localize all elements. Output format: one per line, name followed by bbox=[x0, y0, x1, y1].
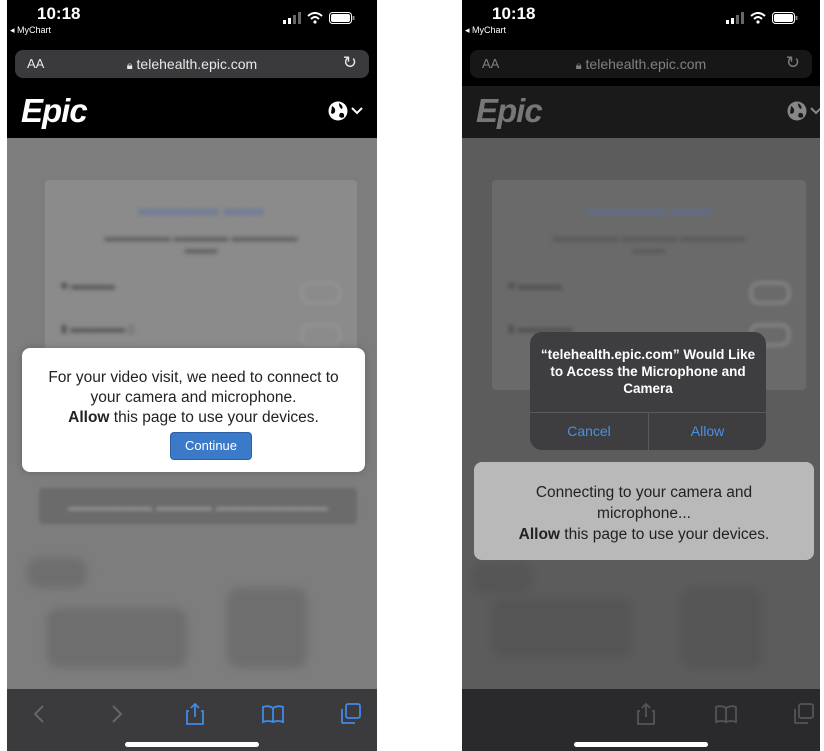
safari-toolbar bbox=[7, 689, 377, 751]
blurred-illustration bbox=[227, 588, 307, 668]
home-indicator[interactable] bbox=[574, 742, 708, 747]
lock-icon: 🔒︎ bbox=[126, 60, 133, 72]
battery-icon bbox=[772, 12, 798, 24]
url-text: telehealth.epic.com bbox=[136, 56, 258, 72]
connecting-text-line: Allow this page to use your devices. bbox=[474, 524, 814, 545]
connecting-notice: Connecting to your camera and microphone… bbox=[474, 462, 814, 560]
reload-icon: ↻ bbox=[785, 53, 800, 72]
camera-toggle bbox=[301, 282, 341, 304]
epic-header: Epic bbox=[462, 86, 820, 138]
microphone-toggle bbox=[301, 324, 341, 346]
alert-title: “telehealth.epic.com” Would Like to Acce… bbox=[540, 347, 756, 396]
dialog-text-line: your camera and microphone. bbox=[90, 389, 297, 406]
back-to-app-link[interactable]: ◂ MyChart bbox=[10, 25, 51, 36]
phone-screen-right: 10:18 ◂ MyChart AA 🔒︎ telehealth.epic.co… bbox=[462, 0, 820, 751]
status-icons bbox=[283, 12, 355, 24]
phone-screen-left: 10:18 ◂ MyChart AA 🔒︎ telehealth.epic.co… bbox=[7, 0, 377, 751]
bookmarks-icon bbox=[714, 702, 738, 726]
safari-toolbar bbox=[462, 689, 820, 751]
dialog-text-rest: this page to use your devices. bbox=[109, 409, 319, 426]
cancel-button[interactable]: Cancel bbox=[530, 412, 648, 450]
hardware-test-subtitle-blurred: ▬▬▬▬▬▬ ▬▬▬▬▬ ▬▬▬▬▬▬ ▬▬▬ bbox=[552, 232, 746, 256]
lock-icon: 🔒︎ bbox=[575, 60, 582, 72]
microphone-row: ▮ ▬▬▬▬▬ ▯ bbox=[61, 322, 341, 346]
language-selector[interactable] bbox=[327, 100, 363, 122]
epic-header: Epic bbox=[7, 86, 377, 138]
bookmarks-icon[interactable] bbox=[261, 702, 285, 726]
status-time: 10:18 bbox=[492, 4, 536, 23]
chevron-down-icon bbox=[810, 107, 820, 115]
status-time: 10:18 bbox=[37, 4, 81, 23]
connecting-allow-word: Allow bbox=[518, 526, 560, 543]
address-bar: AA 🔒︎ telehealth.epic.com ↻ bbox=[470, 50, 812, 78]
forward-icon[interactable] bbox=[105, 702, 129, 726]
blurred-illustration bbox=[492, 598, 632, 658]
status-bar: 10:18 ◂ MyChart bbox=[462, 0, 820, 44]
chevron-down-icon bbox=[351, 107, 363, 115]
dialog-allow-word: Allow bbox=[68, 409, 110, 426]
ios-permission-alert: “telehealth.epic.com” Would Like to Acce… bbox=[530, 332, 766, 450]
hardware-test-subtitle-blurred: ▬▬▬▬▬▬ ▬▬▬▬▬ ▬▬▬▬▬▬ ▬▬▬ bbox=[104, 232, 298, 256]
continue-button[interactable]: Continue bbox=[170, 432, 252, 460]
reload-icon[interactable]: ↻ bbox=[343, 53, 357, 73]
status-icons bbox=[726, 12, 798, 24]
checking-hardware-bar: ▬▬▬▬▬▬ ▬▬▬▬ ▬▬▬▬▬▬▬▬ bbox=[39, 488, 357, 524]
blurred-illustration bbox=[682, 588, 762, 668]
signal-icon bbox=[283, 12, 301, 24]
camera-row: ■ ▬▬▬▬ bbox=[508, 280, 790, 304]
battery-icon bbox=[329, 12, 355, 24]
wifi-icon bbox=[750, 12, 766, 24]
globe-icon bbox=[328, 101, 348, 121]
address-bar[interactable]: AA 🔒︎ telehealth.epic.com ↻ bbox=[15, 50, 369, 78]
share-icon[interactable] bbox=[183, 702, 207, 726]
connecting-text-line: Connecting to your camera and bbox=[535, 484, 753, 501]
share-icon bbox=[634, 702, 658, 726]
blurred-illustration bbox=[27, 558, 87, 588]
signal-icon bbox=[726, 12, 744, 24]
connecting-text-rest: this page to use your devices. bbox=[559, 526, 770, 543]
connecting-text-line: microphone... bbox=[597, 505, 691, 522]
back-to-app-link[interactable]: ◂ MyChart bbox=[465, 25, 506, 36]
blurred-illustration bbox=[472, 563, 532, 593]
tabs-icon bbox=[792, 702, 816, 726]
epic-logo: Epic bbox=[476, 92, 543, 129]
globe-icon bbox=[787, 101, 807, 121]
camera-toggle bbox=[750, 282, 790, 304]
home-indicator[interactable] bbox=[125, 742, 259, 747]
language-selector bbox=[786, 100, 820, 122]
url-display: 🔒︎ telehealth.epic.com bbox=[470, 56, 812, 73]
camera-row: ■ ▬▬▬▬ bbox=[61, 280, 341, 304]
wifi-icon bbox=[307, 12, 323, 24]
url-text: telehealth.epic.com bbox=[585, 56, 707, 72]
hardware-test-title-blurred: ▬▬▬▬ ▬▬ bbox=[586, 198, 712, 220]
back-icon[interactable] bbox=[27, 702, 51, 726]
url-display: 🔒︎ telehealth.epic.com bbox=[15, 56, 369, 73]
hardware-test-title-blurred: ▬▬▬▬ ▬▬ bbox=[138, 198, 264, 220]
blurred-illustration bbox=[47, 608, 187, 668]
status-bar: 10:18 ◂ MyChart bbox=[7, 0, 377, 44]
tabs-icon[interactable] bbox=[339, 702, 363, 726]
dialog-text-line: Allow this page to use your devices. bbox=[22, 408, 365, 428]
dialog-text-line: For your video visit, we need to connect… bbox=[48, 369, 339, 386]
epic-logo: Epic bbox=[21, 92, 88, 129]
permission-notice-dialog: For your video visit, we need to connect… bbox=[22, 348, 365, 472]
allow-button[interactable]: Allow bbox=[649, 412, 766, 450]
